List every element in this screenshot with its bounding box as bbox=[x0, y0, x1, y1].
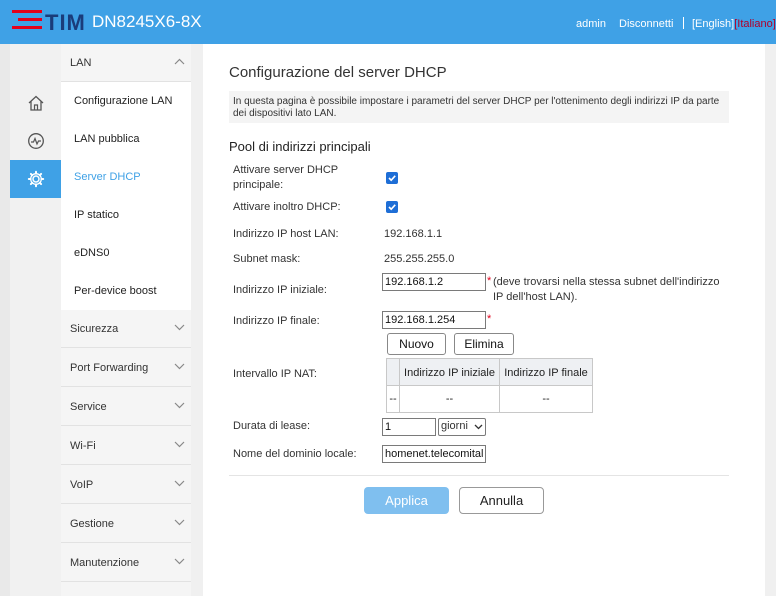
menu-section-label: Gestione bbox=[70, 517, 115, 530]
home-button[interactable] bbox=[10, 84, 61, 122]
host-ip-label: Indirizzo IP host LAN: bbox=[233, 228, 339, 240]
menu-management[interactable]: Gestione bbox=[61, 505, 191, 543]
local-domain-label: Nome del dominio locale: bbox=[233, 448, 357, 460]
logout-link[interactable]: Disconnetti bbox=[619, 18, 673, 30]
chevron-down-icon bbox=[174, 480, 185, 487]
new-button[interactable]: Nuovo bbox=[387, 333, 446, 355]
cancel-button[interactable]: Annulla bbox=[459, 487, 544, 514]
menu-service[interactable]: Service bbox=[61, 388, 191, 426]
menu-item-per-device-boost[interactable]: Per-device boost bbox=[61, 272, 191, 310]
menu-item-lan-config[interactable]: Configurazione LAN bbox=[61, 82, 191, 120]
chevron-down-icon bbox=[174, 441, 185, 448]
local-domain-input[interactable] bbox=[382, 445, 486, 463]
settings-menu: LAN Configurazione LAN LAN pubblica Serv… bbox=[61, 44, 191, 596]
lang-english-link[interactable]: [English] bbox=[692, 18, 734, 30]
settings-button[interactable] bbox=[10, 160, 61, 198]
chevron-down-icon bbox=[174, 402, 185, 409]
table-header-start-ip: Indirizzo IP iniziale bbox=[404, 366, 495, 379]
table-cell: -- bbox=[542, 393, 550, 405]
menu-lan[interactable]: LAN bbox=[61, 44, 191, 82]
lang-italian-link[interactable]: [Italiano] bbox=[734, 18, 776, 30]
menu-section-label: Sicurezza bbox=[70, 322, 119, 335]
delete-button[interactable]: Elimina bbox=[454, 333, 514, 355]
lease-unit-value: giorni bbox=[441, 420, 468, 432]
side-strip bbox=[0, 44, 10, 596]
menu-wifi[interactable]: Wi-Fi bbox=[61, 427, 191, 465]
menu-security[interactable]: Sicurezza bbox=[61, 310, 191, 348]
chevron-down-icon bbox=[174, 324, 185, 331]
dhcp-relay-checkbox[interactable] bbox=[386, 201, 398, 213]
page-title: Configurazione del server DHCP bbox=[229, 64, 447, 81]
gutter bbox=[765, 44, 776, 596]
required-mark: * bbox=[487, 313, 492, 325]
start-ip-label: Indirizzo IP iniziale: bbox=[233, 284, 327, 296]
nat-range-table: Indirizzo IP iniziale Indirizzo IP final… bbox=[386, 358, 593, 413]
gutter bbox=[191, 44, 203, 596]
menu-port-forwarding[interactable]: Port Forwarding bbox=[61, 349, 191, 387]
user-name: admin bbox=[576, 18, 606, 30]
start-ip-note: (deve trovarsi nella stessa subnet dell'… bbox=[493, 276, 720, 303]
status-button[interactable] bbox=[10, 122, 61, 160]
menu-section-label: Service bbox=[70, 400, 107, 413]
brand-name: TIM bbox=[45, 10, 86, 35]
menu-lan-label: LAN bbox=[70, 56, 92, 69]
enable-dhcp-label: Attivare server DHCP principale: bbox=[233, 164, 339, 191]
enable-dhcp-checkbox[interactable] bbox=[386, 172, 398, 184]
device-model: DN8245X6-8X bbox=[92, 12, 202, 31]
checkmark-icon bbox=[388, 175, 396, 182]
home-icon bbox=[28, 95, 43, 111]
nat-range-label: Intervallo IP NAT: bbox=[233, 368, 317, 380]
end-ip-label: Indirizzo IP finale: bbox=[233, 315, 320, 327]
menu-item-edns0[interactable]: eDNS0 bbox=[61, 234, 191, 272]
table-cell: -- bbox=[445, 393, 454, 405]
language-switch: [English][Italiano] bbox=[692, 18, 776, 30]
settings-icon bbox=[27, 170, 44, 188]
lease-duration-input[interactable] bbox=[382, 418, 436, 436]
lease-unit-select[interactable]: giorni bbox=[438, 418, 486, 436]
separator bbox=[683, 17, 684, 29]
dhcp-relay-label: Attivare inoltro DHCP: bbox=[233, 201, 341, 213]
chevron-down-icon bbox=[174, 363, 185, 370]
subnet-mask-label: Subnet mask: bbox=[233, 253, 301, 265]
menu-item-public-lan[interactable]: LAN pubblica bbox=[61, 120, 191, 158]
subnet-mask-value: 255.255.255.0 bbox=[384, 253, 455, 265]
icon-nav bbox=[10, 44, 61, 596]
start-ip-input[interactable] bbox=[382, 273, 486, 291]
status-icon bbox=[27, 133, 44, 149]
menu-maintenance[interactable]: Manutenzione bbox=[61, 544, 191, 582]
checkmark-icon bbox=[388, 204, 396, 211]
chevron-up-icon bbox=[174, 58, 185, 65]
top-bar: TIM DN8245X6-8X admin Disconnetti [Engli… bbox=[0, 0, 776, 44]
apply-button[interactable]: Applica bbox=[364, 487, 449, 514]
chevron-down-icon bbox=[474, 422, 483, 431]
required-mark: * bbox=[487, 275, 492, 287]
lease-duration-label: Durata di lease: bbox=[233, 420, 311, 432]
menu-section-label: Manutenzione bbox=[70, 556, 140, 569]
menu-item-static-ip[interactable]: IP statico bbox=[61, 196, 191, 234]
menu-section-label: VoIP bbox=[70, 478, 94, 491]
menu-voip[interactable]: VoIP bbox=[61, 466, 191, 504]
section-title: Pool di indirizzi principali bbox=[229, 139, 371, 154]
end-ip-input[interactable] bbox=[382, 311, 486, 329]
host-ip-value: 192.168.1.1 bbox=[384, 228, 443, 240]
table-cell: -- bbox=[389, 393, 397, 405]
divider bbox=[229, 475, 729, 476]
table-header-end-ip: Indirizzo IP finale bbox=[504, 366, 588, 379]
page-description: In questa pagina è possibile impostare i… bbox=[229, 91, 729, 123]
chevron-down-icon bbox=[174, 558, 185, 565]
chevron-down-icon bbox=[174, 519, 185, 526]
menu-section-label: Port Forwarding bbox=[70, 361, 149, 374]
menu-item-dhcp-server[interactable]: Server DHCP bbox=[61, 158, 191, 196]
menu-section-label: Wi-Fi bbox=[70, 439, 96, 452]
